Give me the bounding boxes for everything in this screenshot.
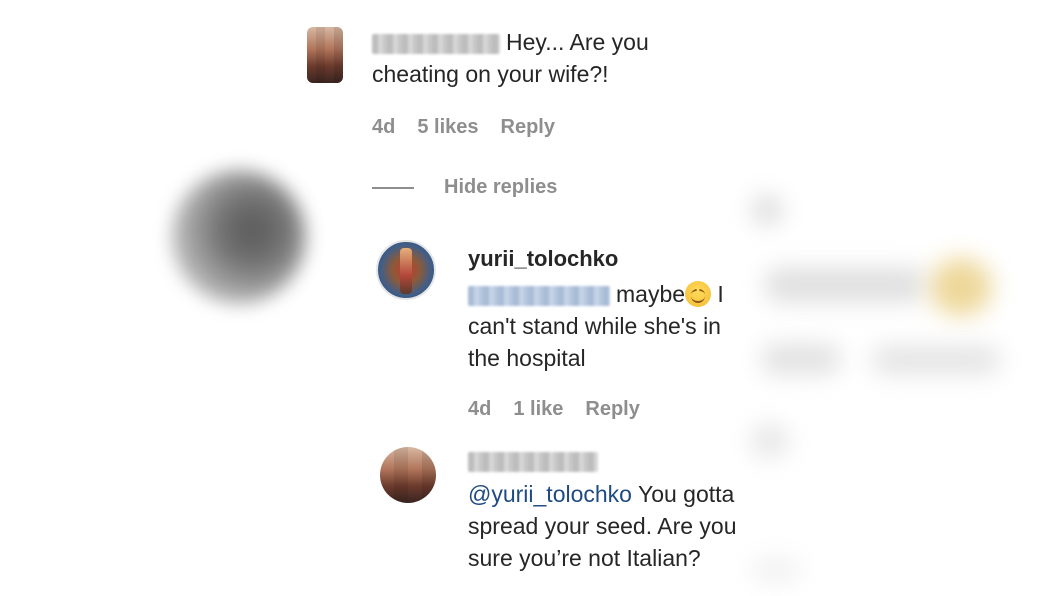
- reply-body-start: maybe: [616, 281, 686, 307]
- blurred-avatar: [172, 170, 306, 304]
- mention-link[interactable]: @yurii_tolochko: [468, 481, 632, 507]
- blurred-emoji: [930, 258, 992, 316]
- reply-button[interactable]: Reply: [585, 398, 639, 420]
- redacted-username[interactable]: [372, 33, 500, 54]
- reply-meta: 4d 1 like Reply: [468, 398, 662, 421]
- commenter-avatar[interactable]: [380, 447, 436, 503]
- blurred-text: [752, 195, 782, 225]
- reply-time: 4d: [468, 398, 492, 420]
- comment-likes[interactable]: 5 likes: [417, 116, 478, 138]
- reply-text: maybe I can't stand while she's in the h…: [468, 278, 758, 374]
- commenter-avatar[interactable]: [307, 27, 343, 83]
- reply-likes[interactable]: 1 like: [513, 398, 563, 420]
- hide-replies-button[interactable]: Hide replies: [444, 176, 557, 199]
- comment-time: 4d: [372, 116, 396, 138]
- blurred-text: [762, 344, 840, 374]
- hide-replies-line: [372, 187, 414, 189]
- blurred-text: [752, 425, 788, 457]
- blurred-text: [765, 268, 925, 302]
- comment-meta: 4d 5 likes Reply: [372, 116, 577, 139]
- reply-username[interactable]: yurii_tolochko: [468, 246, 618, 272]
- smiling-face-emoji-icon: [685, 281, 712, 307]
- blurred-text: [752, 560, 800, 580]
- reply-button[interactable]: Reply: [501, 116, 555, 138]
- blurred-text: [872, 346, 1000, 374]
- redacted-username[interactable]: [468, 452, 598, 472]
- reply-text: @yurii_tolochko You gotta spread your se…: [468, 478, 758, 574]
- redacted-mention[interactable]: [468, 285, 610, 306]
- user-avatar[interactable]: [376, 240, 436, 300]
- comment-text: Hey... Are you cheating on your wife?!: [372, 26, 702, 90]
